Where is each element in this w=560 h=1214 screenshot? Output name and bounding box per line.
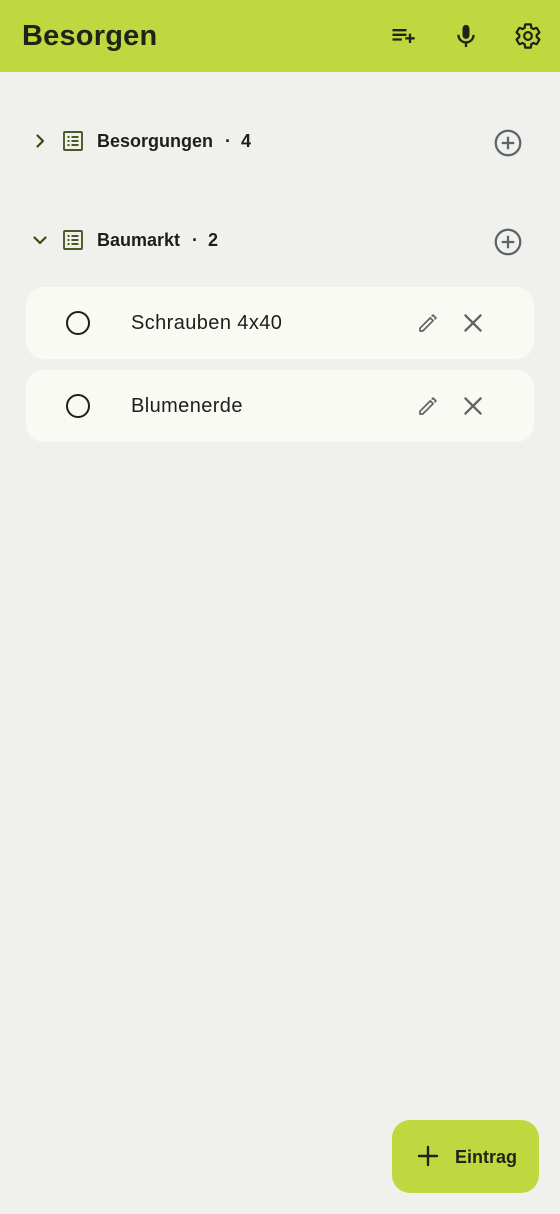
item-checkbox[interactable] xyxy=(66,311,90,335)
list-name: Besorgungen xyxy=(97,131,214,151)
add-circle-icon xyxy=(494,228,522,256)
list-item[interactable]: Blumenerde xyxy=(26,370,534,442)
add-circle-icon xyxy=(494,129,522,157)
add-list-button[interactable] xyxy=(381,14,425,58)
item-checkbox[interactable] xyxy=(66,394,90,418)
chevron-right-icon[interactable] xyxy=(28,129,52,153)
list-item[interactable]: Schrauben 4x40 xyxy=(26,287,534,359)
edit-icon[interactable] xyxy=(416,311,440,335)
list-count: 4 xyxy=(241,131,252,151)
separator-dot: · xyxy=(192,230,199,250)
app-bar: Besorgen xyxy=(0,0,560,72)
list-title: Baumarkt · 2 xyxy=(97,229,218,251)
playlist-add-icon xyxy=(392,29,415,43)
microphone-icon xyxy=(457,24,475,48)
item-text: Schrauben 4x40 xyxy=(131,312,283,334)
add-item-button[interactable] xyxy=(490,224,526,260)
chevron-down-icon[interactable] xyxy=(28,228,52,252)
close-icon[interactable] xyxy=(459,392,487,420)
add-item-button[interactable] xyxy=(490,125,526,161)
list-title: Besorgungen · 4 xyxy=(97,130,251,152)
item-text: Blumenerde xyxy=(131,395,243,417)
separator-dot: · xyxy=(225,131,232,151)
plus-icon xyxy=(417,1145,439,1167)
gear-icon xyxy=(515,23,541,49)
edit-icon[interactable] xyxy=(416,394,440,418)
app-title: Besorgen xyxy=(22,20,158,52)
add-entry-fab[interactable]: Eintrag xyxy=(392,1120,539,1193)
voice-input-button[interactable] xyxy=(444,14,488,58)
list-header-besorgungen[interactable]: Besorgungen · 4 xyxy=(0,117,560,165)
list-count: 2 xyxy=(208,230,219,250)
fab-label: Eintrag xyxy=(455,1147,518,1167)
list-name: Baumarkt xyxy=(97,230,181,250)
list-icon xyxy=(63,230,83,250)
settings-button[interactable] xyxy=(506,14,550,58)
list-header-baumarkt[interactable]: Baumarkt · 2 xyxy=(0,216,560,264)
close-icon[interactable] xyxy=(459,309,487,337)
list-icon xyxy=(63,131,83,151)
